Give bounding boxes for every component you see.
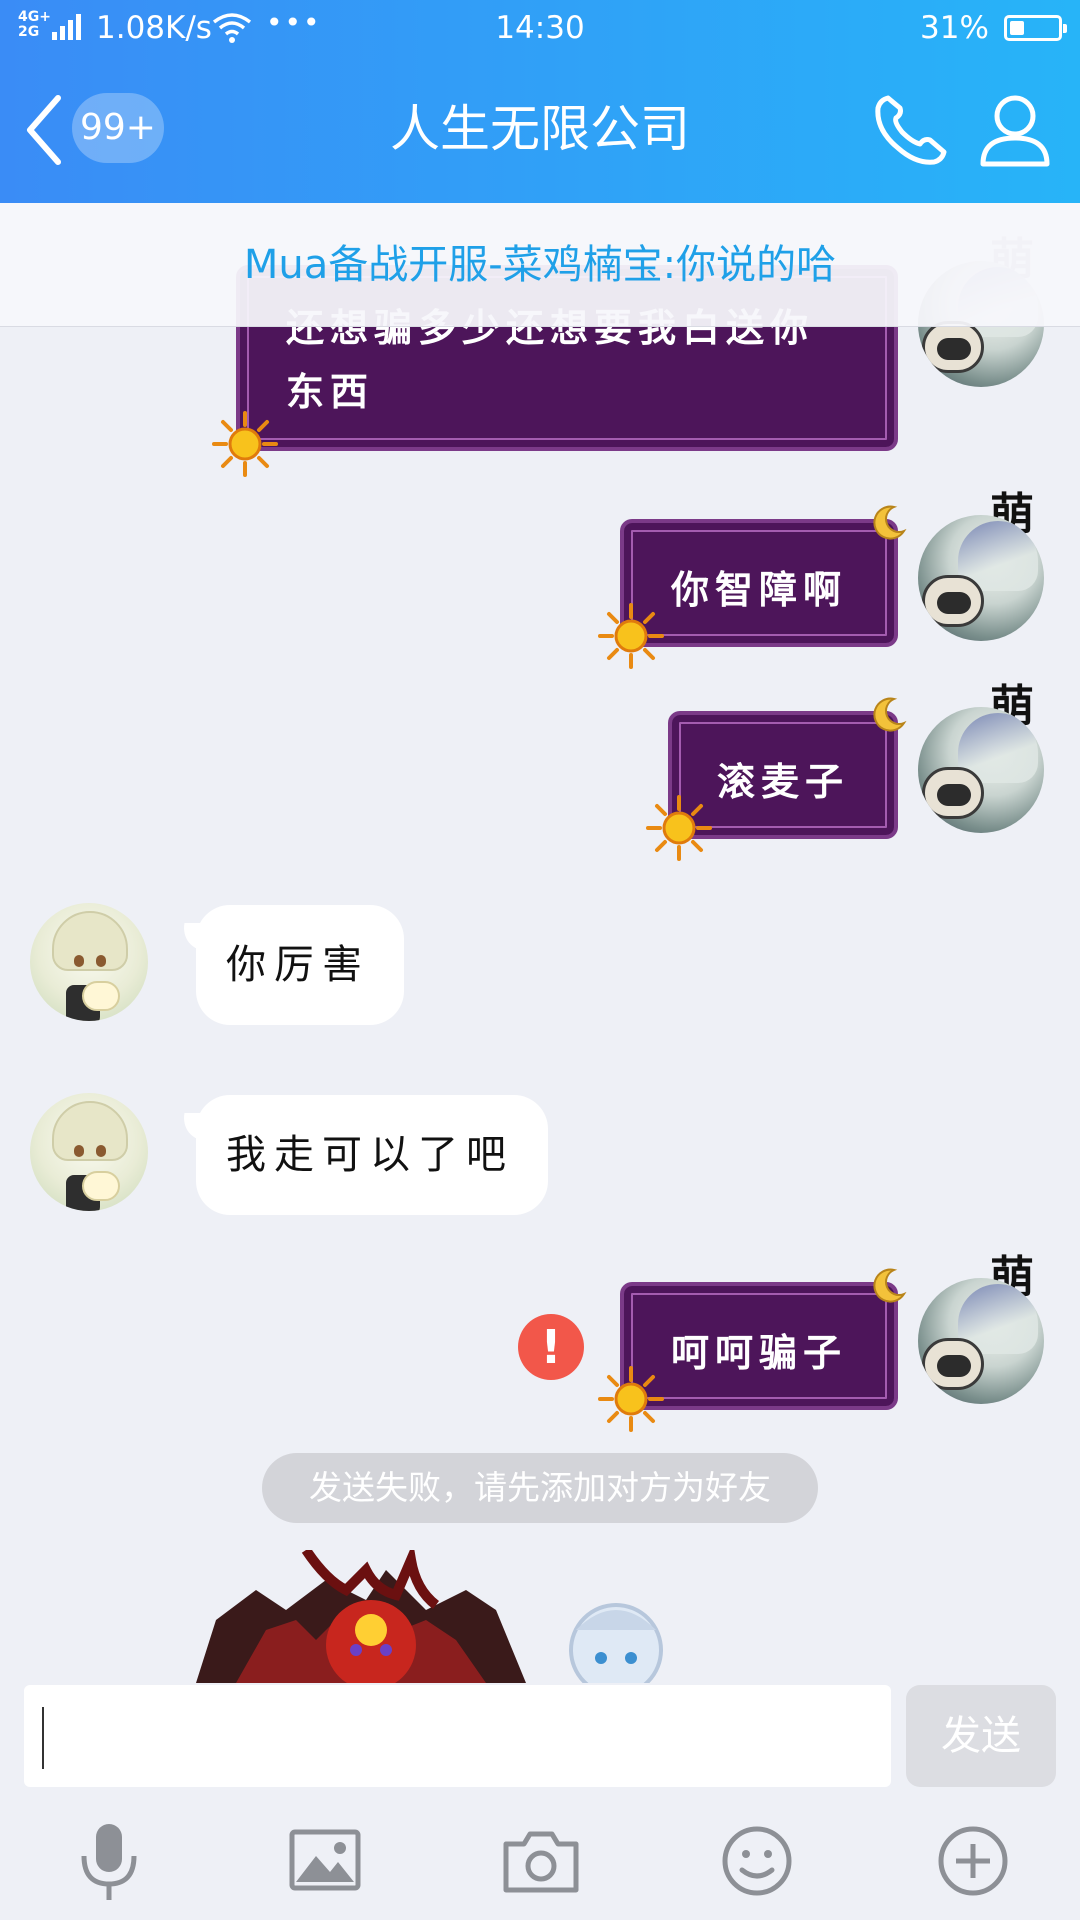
sticker-image[interactable] <box>196 1550 726 1683</box>
avatar-self[interactable] <box>918 707 1044 833</box>
person-icon[interactable] <box>978 92 1052 168</box>
battery-icon <box>1004 15 1067 41</box>
battery-level <box>1010 21 1024 35</box>
status-bar: 4G+ 2G 1.08K/s ••• 14:30 31% <box>0 0 1080 58</box>
moon-decoration-icon <box>873 1268 907 1303</box>
phone-icon[interactable] <box>870 90 950 170</box>
avatar-self[interactable] <box>918 515 1044 641</box>
image-icon[interactable] <box>280 1816 370 1906</box>
message-text: 我走可以了吧 <box>226 1132 514 1178</box>
microphone-icon[interactable] <box>64 1816 154 1906</box>
message-bubble-received[interactable]: 我走可以了吧 <box>196 1095 548 1215</box>
sun-decoration-icon <box>646 795 712 861</box>
send-failed-icon[interactable]: ! <box>518 1314 584 1380</box>
sun-decoration-icon <box>598 1366 664 1432</box>
message-list[interactable]: 萌 还想骗多少还想要我白送你 东西 萌 你智障啊 萌 滚麦子 你厉害 我走可以了… <box>0 203 1080 1683</box>
avatar-self[interactable] <box>918 1278 1044 1404</box>
avatar-contact[interactable] <box>30 1093 148 1211</box>
avatar-contact[interactable] <box>30 903 148 1021</box>
clock: 14:30 <box>495 10 585 46</box>
send-button[interactable]: 发送 <box>906 1685 1056 1787</box>
message-text: 呵呵骗子 <box>670 1330 847 1375</box>
moon-decoration-icon <box>873 697 907 732</box>
send-failed-tip: 发送失败，请先添加对方为好友 <box>262 1453 818 1523</box>
input-bar: 发送 <box>0 1683 1080 1920</box>
message-text: 你智障啊 <box>670 567 847 612</box>
message-text: 东西 <box>286 369 375 414</box>
message-text: 你厉害 <box>226 942 370 988</box>
group-notice-banner[interactable]: Mua备战开服-菜鸡楠宝:你说的哈 <box>0 203 1080 327</box>
message-bubble-received[interactable]: 你厉害 <box>196 905 404 1025</box>
sun-decoration-icon <box>212 411 278 477</box>
plus-icon[interactable] <box>928 1816 1018 1906</box>
text-caret <box>42 1707 44 1769</box>
notice-text: Mua备战开服-菜鸡楠宝:你说的哈 <box>243 242 837 288</box>
header-bar: 4G+ 2G 1.08K/s ••• 14:30 31% 99+ 人生无限公司 <box>0 0 1080 203</box>
camera-icon[interactable] <box>496 1816 586 1906</box>
sun-decoration-icon <box>598 603 664 669</box>
emoji-icon[interactable] <box>712 1816 802 1906</box>
message-input[interactable] <box>24 1685 891 1787</box>
battery-percent: 31% <box>920 10 989 46</box>
moon-decoration-icon <box>873 505 907 540</box>
